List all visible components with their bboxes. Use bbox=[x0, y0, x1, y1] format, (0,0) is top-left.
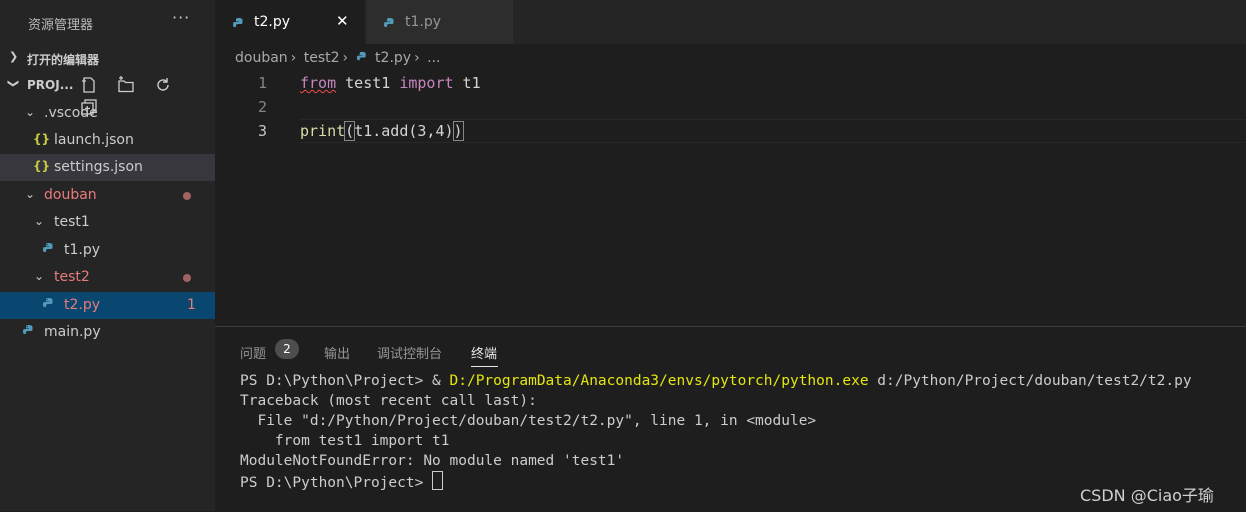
module-name: test1 bbox=[336, 74, 400, 92]
line-number: 3 bbox=[257, 122, 267, 140]
tree-folder-douban[interactable]: ⌄ douban bbox=[0, 182, 215, 209]
tree-file-t1-py[interactable]: t1.py bbox=[0, 237, 215, 264]
modified-dot-icon bbox=[183, 274, 191, 282]
tab-t2-py[interactable]: t2.py ✕ bbox=[215, 0, 365, 44]
tree-file-launch-json[interactable]: {} launch.json bbox=[0, 127, 215, 154]
terminal-prompt: PS D:\Python\Project> & bbox=[240, 373, 450, 389]
terminal-line: from test1 import t1 bbox=[240, 433, 450, 449]
tab-problems[interactable]: 问题 bbox=[240, 343, 266, 362]
breadcrumb: douban › test2 › t2.py › ... bbox=[235, 50, 444, 66]
open-editors-label: 打开的编辑器 bbox=[27, 53, 100, 67]
code-editor[interactable]: 1 from test1 import t1 2 3 print(t1.add(… bbox=[215, 70, 1246, 326]
json-file-icon: {} bbox=[33, 159, 51, 173]
code-line-current: 3 print(t1.add(3,4)) bbox=[215, 119, 1246, 143]
code-line: 2 bbox=[215, 95, 1246, 119]
new-file-icon[interactable] bbox=[80, 76, 98, 94]
close-icon[interactable]: ✕ bbox=[336, 12, 349, 30]
tree-folder-test1[interactable]: ⌄ test1 bbox=[0, 209, 215, 236]
terminal-line: File "d:/Python/Project/douban/test2/t2.… bbox=[240, 413, 817, 429]
chevron-down-icon: ❯ bbox=[7, 78, 21, 89]
call-args: t1.add(3,4) bbox=[354, 122, 454, 140]
terminal-output[interactable]: PS D:\Python\Project> & D:/ProgramData/A… bbox=[240, 371, 1192, 493]
tree-item-label: settings.json bbox=[54, 159, 143, 175]
tree-item-label: test2 bbox=[54, 269, 90, 285]
tree-folder-vscode[interactable]: ⌄ .vscode bbox=[0, 100, 215, 127]
explorer-header: 资源管理器 ··· bbox=[0, 0, 215, 44]
breadcrumb-item[interactable]: test2 bbox=[304, 50, 340, 66]
terminal-exe-path: D:/ProgramData/Anaconda3/envs/pytorch/py… bbox=[449, 373, 869, 389]
modified-dot-icon bbox=[183, 192, 191, 200]
active-tab-indicator bbox=[471, 366, 498, 367]
tree-item-label: launch.json bbox=[54, 132, 134, 148]
function-print: print bbox=[300, 122, 346, 140]
tab-debug-console[interactable]: 调试控制台 bbox=[377, 343, 442, 362]
terminal-line: ModuleNotFoundError: No module named 'te… bbox=[240, 453, 625, 469]
breadcrumb-item[interactable]: ... bbox=[427, 50, 440, 66]
code-line: 1 from test1 import t1 bbox=[215, 71, 1246, 95]
tree-item-label: main.py bbox=[44, 324, 101, 340]
tree-item-label: t1.py bbox=[64, 242, 101, 258]
project-label: PROJ... bbox=[27, 78, 74, 92]
tree-folder-test2[interactable]: ⌄ test2 bbox=[0, 264, 215, 291]
terminal-prompt: PS D:\Python\Project> bbox=[240, 475, 433, 491]
chevron-down-icon: ⌄ bbox=[34, 214, 45, 228]
terminal-arg: d:/Python/Project/douban/test2/t2.py bbox=[868, 373, 1192, 389]
line-number: 2 bbox=[257, 98, 267, 116]
line-number: 1 bbox=[257, 74, 267, 92]
chevron-right-icon: › bbox=[414, 50, 420, 66]
watermark: CSDN @Ciao子瑜 bbox=[1080, 486, 1214, 505]
imported-name: t1 bbox=[453, 74, 481, 92]
tree-item-label: .vscode bbox=[44, 105, 98, 121]
new-folder-icon[interactable] bbox=[117, 76, 135, 94]
code-text: print(t1.add(3,4)) bbox=[300, 121, 464, 141]
refresh-icon[interactable] bbox=[154, 76, 172, 94]
tree-item-label: douban bbox=[44, 187, 97, 203]
bracket-close: ) bbox=[452, 121, 464, 141]
python-file-icon bbox=[22, 324, 35, 340]
tab-label: t1.py bbox=[405, 14, 442, 30]
tree-file-main-py[interactable]: main.py bbox=[0, 319, 215, 346]
chevron-down-icon: ⌄ bbox=[25, 105, 36, 119]
tree-file-settings-json[interactable]: {} settings.json bbox=[0, 154, 215, 181]
code-text: from test1 import t1 bbox=[300, 74, 481, 92]
tab-output[interactable]: 输出 bbox=[324, 343, 350, 362]
more-actions-icon[interactable]: ··· bbox=[172, 8, 190, 27]
text-cursor bbox=[462, 122, 464, 139]
problems-count-badge: 1 bbox=[187, 297, 196, 313]
tree-file-t2-py[interactable]: t2.py 1 bbox=[0, 292, 215, 319]
editor-tabs: t2.py ✕ t1.py bbox=[215, 0, 1246, 44]
terminal-line: Traceback (most recent call last): bbox=[240, 393, 537, 409]
tab-label: t2.py bbox=[254, 14, 291, 30]
chevron-right-icon: › bbox=[290, 50, 297, 66]
python-file-icon bbox=[356, 50, 368, 66]
bracket-open: ( bbox=[344, 121, 356, 141]
python-file-icon bbox=[383, 15, 396, 34]
python-file-icon bbox=[232, 15, 245, 34]
tree-item-label: test1 bbox=[54, 214, 90, 230]
problems-count-badge: 2 bbox=[275, 339, 299, 359]
explorer-sidebar: 资源管理器 ··· ❯ 打开的编辑器 ❯ PROJ... ⌄ .vscode {… bbox=[0, 0, 215, 511]
chevron-down-icon: ⌄ bbox=[25, 187, 36, 201]
chevron-down-icon: ⌄ bbox=[34, 269, 45, 283]
tree-item-label: t2.py bbox=[64, 297, 101, 313]
terminal-cursor bbox=[432, 471, 444, 490]
keyword-from: from bbox=[300, 74, 337, 92]
tab-terminal[interactable]: 终端 bbox=[471, 343, 497, 362]
breadcrumb-item[interactable]: douban bbox=[235, 50, 288, 66]
explorer-title: 资源管理器 bbox=[28, 18, 94, 33]
tab-t1-py[interactable]: t1.py bbox=[366, 0, 513, 44]
python-file-icon bbox=[42, 297, 55, 313]
keyword-import: import bbox=[399, 74, 454, 92]
breadcrumb-item[interactable]: t2.py bbox=[375, 50, 411, 66]
open-editors-section[interactable]: ❯ 打开的编辑器 bbox=[0, 45, 215, 72]
python-file-icon bbox=[42, 242, 55, 258]
project-section[interactable]: ❯ PROJ... bbox=[0, 72, 215, 115]
json-file-icon: {} bbox=[33, 132, 51, 146]
chevron-right-icon: › bbox=[342, 50, 349, 66]
chevron-right-icon: ❯ bbox=[9, 50, 19, 63]
